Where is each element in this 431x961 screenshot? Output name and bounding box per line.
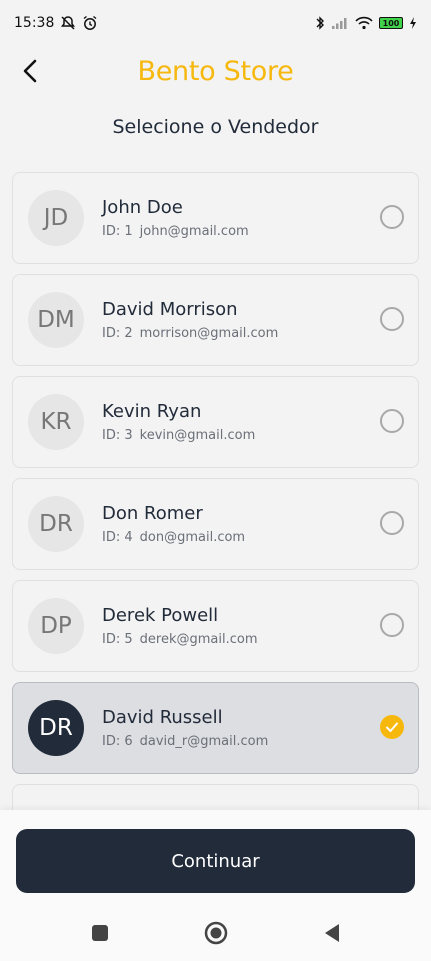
seller-name: David Morrison [102,299,238,320]
seller-email: john@gmail.com [139,224,249,239]
radio-button[interactable] [380,613,404,637]
page-subtitle: Selecione o Vendedor [112,116,319,138]
seller-id: ID: 6 [102,734,133,749]
seller-card[interactable]: DR Don Romer ID: 4 don@gmail.com [12,478,419,570]
app-header: Bento Store [0,46,431,96]
seller-card[interactable]: DM David Morrison ID: 2 morrison@gmail.co… [12,274,419,366]
bluetooth-icon [315,15,325,31]
back-button[interactable] [16,55,44,87]
seller-id: ID: 2 [102,326,133,341]
radio-button[interactable] [380,409,404,433]
seller-name: David Russell [102,707,223,728]
alarm-icon [82,15,98,31]
continue-button[interactable]: Continuar [16,829,415,893]
avatar: DR [28,496,84,552]
seller-card[interactable]: DP Derek Powell ID: 5 derek@gmail.com [12,580,419,672]
seller-name: Kevin Ryan [102,401,202,422]
avatar: KR [28,394,84,450]
avatar: DP [28,598,84,654]
seller-card-selected[interactable]: DR David Russell ID: 6 david_r@gmail.com [12,682,419,774]
radio-button-checked[interactable] [380,715,404,739]
system-nav-bar [0,905,431,961]
seller-id: ID: 1 [102,224,133,239]
seller-id: ID: 4 [102,530,133,545]
seller-name: John Doe [102,197,183,218]
seller-name: Derek Powell [102,605,219,626]
recents-button[interactable] [85,918,115,948]
seller-card[interactable]: JD John Doe ID: 1 john@gmail.com [12,172,419,264]
avatar: DM [28,292,84,348]
seller-email: derek@gmail.com [139,632,258,647]
status-time: 15:38 [14,15,55,31]
seller-card[interactable]: KR Kevin Ryan ID: 3 kevin@gmail.com [12,376,419,468]
avatar: DR [28,700,84,756]
app-title: Bento Store [137,55,294,87]
avatar: JD [28,190,84,246]
back-triangle-icon [324,924,339,942]
chevron-left-icon [23,59,37,83]
mute-icon [60,15,76,31]
radio-button[interactable] [380,511,404,535]
seller-name: Don Romer [102,503,203,524]
back-nav-button[interactable] [317,918,347,948]
seller-email: kevin@gmail.com [139,428,256,443]
seller-id: ID: 3 [102,428,133,443]
home-circle-icon [204,921,227,945]
seller-id: ID: 5 [102,632,133,647]
seller-email: don@gmail.com [139,530,246,545]
radio-button[interactable] [380,205,404,229]
wifi-icon [355,16,373,30]
battery-icon: 100 [379,17,403,29]
square-icon [91,925,108,941]
seller-list: JD John Doe ID: 1 john@gmail.com DM David… [12,172,419,834]
seller-email: david_r@gmail.com [139,734,269,749]
home-button[interactable] [201,918,231,948]
radio-button[interactable] [380,307,404,331]
status-bar: 15:38 100 [0,0,431,46]
seller-email: morrison@gmail.com [139,326,279,341]
charging-icon [409,16,417,30]
signal-icon [331,16,349,30]
checkmark-icon [386,722,398,732]
